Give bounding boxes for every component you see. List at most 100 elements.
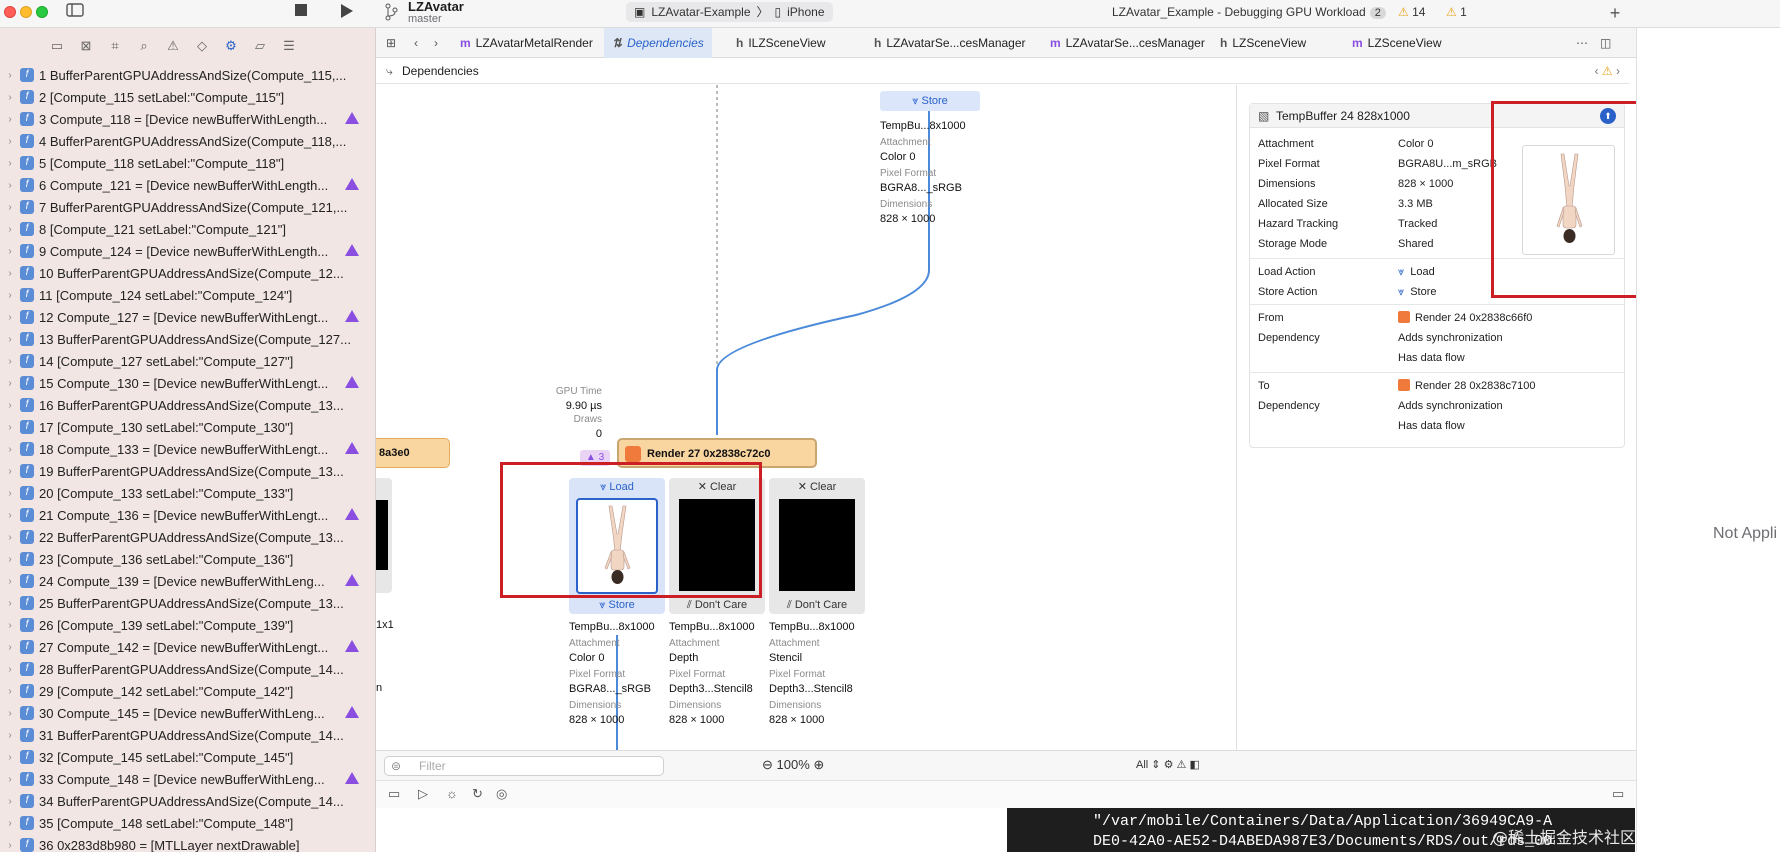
issues-indicator[interactable]: ⚠ 1 [1446,5,1467,19]
tab-lzsceneview[interactable]: m LZSceneView [1352,28,1442,58]
disclosure-icon[interactable]: › [4,774,16,785]
grid-icon[interactable]: ⊞ [386,28,396,58]
source-control-icon[interactable]: ⊠ [77,38,95,54]
api-call-row[interactable]: › f 11 [Compute_124 setLabel:"Compute_124"… [0,284,375,306]
disclosure-icon[interactable]: › [4,378,16,389]
report-icon[interactable]: ☰ [280,38,298,54]
disclosure-icon[interactable]: › [4,136,16,147]
api-call-row[interactable]: › f 8 [Compute_121 setLabel:"Compute_121"] [0,218,375,240]
performance-warning-icon[interactable] [345,508,359,520]
api-call-row[interactable]: › f 33 Compute_148 = [Device newBufferWith… [0,768,375,790]
disclosure-icon[interactable]: › [4,840,16,851]
performance-warning-icon[interactable] [345,244,359,256]
disclosure-icon[interactable]: › [4,488,16,499]
more-icon[interactable]: ⋯ [1576,28,1588,58]
filter-scope[interactable]: All ⇕ ⚙ ⚠ ◧ [1136,758,1200,771]
disclosure-icon[interactable]: › [4,246,16,257]
scheme-selector[interactable]: ▣ LZAvatar-Example 〉 ▯ iPhone [626,2,833,22]
run-icon[interactable] [336,3,358,23]
disclosure-icon[interactable]: › [4,268,16,279]
api-call-row[interactable]: › f 3 Compute_118 = [Device newBufferWithL… [0,108,375,130]
api-call-row[interactable]: › f 4 BufferParentGPUAddressAndSize(Comput… [0,130,375,152]
performance-warning-icon[interactable] [345,640,359,652]
load-action-header[interactable]: ⩔ Load [569,478,665,496]
disclosure-icon[interactable]: › [4,708,16,719]
hide-debug-area-icon[interactable]: ▭ [388,786,400,802]
disclosure-icon[interactable]: › [4,598,16,609]
store-action-footer[interactable]: ⩔ Store [569,596,665,614]
api-call-row[interactable]: › f 35 [Compute_148 setLabel:"Compute_148"… [0,812,375,834]
disclosure-icon[interactable]: › [4,290,16,301]
zoom-in-icon[interactable]: ⊕ [813,757,824,772]
color-attachment-preview[interactable] [576,498,658,594]
disclosure-icon[interactable]: › [4,224,16,235]
texture-thumbnail[interactable] [1522,145,1615,255]
api-call-row[interactable]: › f 9 Compute_124 = [Device newBufferWithL… [0,240,375,262]
api-call-row[interactable]: › f 25 BufferParentGPUAddressAndSize(Compu… [0,592,375,614]
to-render-link[interactable]: Render 28 0x2838c7100 [1398,376,1535,396]
performance-warning-icon[interactable] [345,112,359,124]
split-editor-icon[interactable]: ◫ [1600,28,1611,58]
from-render-link[interactable]: Render 24 0x2838c66f0 [1398,308,1532,328]
performance-warning-icon[interactable] [345,178,359,190]
api-call-row[interactable]: › f 17 [Compute_130 setLabel:"Compute_130"… [0,416,375,438]
disclosure-icon[interactable]: › [4,664,16,675]
disclosure-icon[interactable]: › [4,312,16,323]
stencil-attachment-preview[interactable] [779,499,855,591]
gpu-frame-icon[interactable]: ☼ [446,786,458,801]
api-call-row[interactable]: › f 28 BufferParentGPUAddressAndSize(Compu… [0,658,375,680]
tab-ilzsceneview[interactable]: h ILZSceneView [736,28,826,58]
tab-dependencies[interactable]: ⇅ Dependencies [604,28,712,58]
disclosure-icon[interactable]: › [4,114,16,125]
api-call-row[interactable]: › f 32 [Compute_145 setLabel:"Compute_145"… [0,746,375,768]
zoom-window-button[interactable] [36,6,48,18]
api-call-row[interactable]: › f 24 Compute_139 = [Device newBufferWith… [0,570,375,592]
close-window-button[interactable] [4,6,16,18]
api-call-row[interactable]: › f 13 BufferParentGPUAddressAndSize(Compu… [0,328,375,350]
api-call-row[interactable]: › f 36 0x283d8b980 = [MTLLayer nextDrawabl… [0,834,375,852]
disclosure-icon[interactable]: › [4,158,16,169]
continue-icon[interactable]: ▷ [418,786,428,802]
filter-input[interactable]: ⊜ Filter [384,756,664,776]
jump-bar-label[interactable]: Dependencies [402,64,479,78]
disclosure-icon[interactable]: › [4,752,16,763]
disclosure-icon[interactable]: › [4,422,16,433]
back-icon[interactable]: ‹ [414,28,418,58]
api-call-row[interactable]: › f 14 [Compute_127 setLabel:"Compute_127"… [0,350,375,372]
disclosure-icon[interactable]: › [4,620,16,631]
symbol-icon[interactable]: ⌗ [106,38,124,54]
api-call-row[interactable]: › f 30 Compute_145 = [Device newBufferWith… [0,702,375,724]
performance-warning-icon[interactable] [345,772,359,784]
performance-warning-icon[interactable] [345,574,359,586]
api-call-row[interactable]: › f 19 BufferParentGPUAddressAndSize(Compu… [0,460,375,482]
load-action-header[interactable]: ✕ Clear [669,478,765,496]
api-call-row[interactable]: › f 31 BufferParentGPUAddressAndSize(Compu… [0,724,375,746]
disclosure-icon[interactable]: › [4,510,16,521]
disclosure-icon[interactable]: › [4,554,16,565]
api-call-row[interactable]: › f 7 BufferParentGPUAddressAndSize(Comput… [0,196,375,218]
disclosure-icon[interactable]: › [4,334,16,345]
debug-icon[interactable]: ⚙ [222,38,240,54]
api-call-row[interactable]: › f 16 BufferParentGPUAddressAndSize(Compu… [0,394,375,416]
performance-warning-icon[interactable] [345,310,359,322]
api-call-row[interactable]: › f 15 Compute_130 = [Device newBufferWith… [0,372,375,394]
settings-icon[interactable]: ⚙ [1164,759,1174,771]
depth-attachment-preview[interactable] [679,499,755,591]
render-27-node[interactable]: Render 27 0x2838c72c0 [617,438,817,468]
api-call-row[interactable]: › f 34 BufferParentGPUAddressAndSize(Compu… [0,790,375,812]
performance-icon[interactable]: ◎ [496,786,507,802]
disclosure-icon[interactable]: › [4,444,16,455]
purple-issue-badge[interactable]: ▲ 3 [580,450,610,466]
disclosure-icon[interactable]: › [4,180,16,191]
reload-icon[interactable]: ↻ [472,786,483,802]
api-call-row[interactable]: › f 12 Compute_127 = [Device newBufferWith… [0,306,375,328]
tab-lzsceneview[interactable]: h LZSceneView [1220,28,1306,58]
disclosure-icon[interactable]: › [4,466,16,477]
jump-nav-icons[interactable]: ‹ ⚠ › [1595,58,1620,84]
console-toggle-icon[interactable]: ▭ [1612,786,1624,802]
add-icon[interactable]: + [1604,3,1626,23]
store-action-footer[interactable]: ⫽ Don't Care [769,596,865,614]
api-call-row[interactable]: › f 6 Compute_121 = [Device newBufferWithL… [0,174,375,196]
breakpoint-icon[interactable]: ▱ [251,38,269,54]
disclosure-icon[interactable]: › [4,400,16,411]
